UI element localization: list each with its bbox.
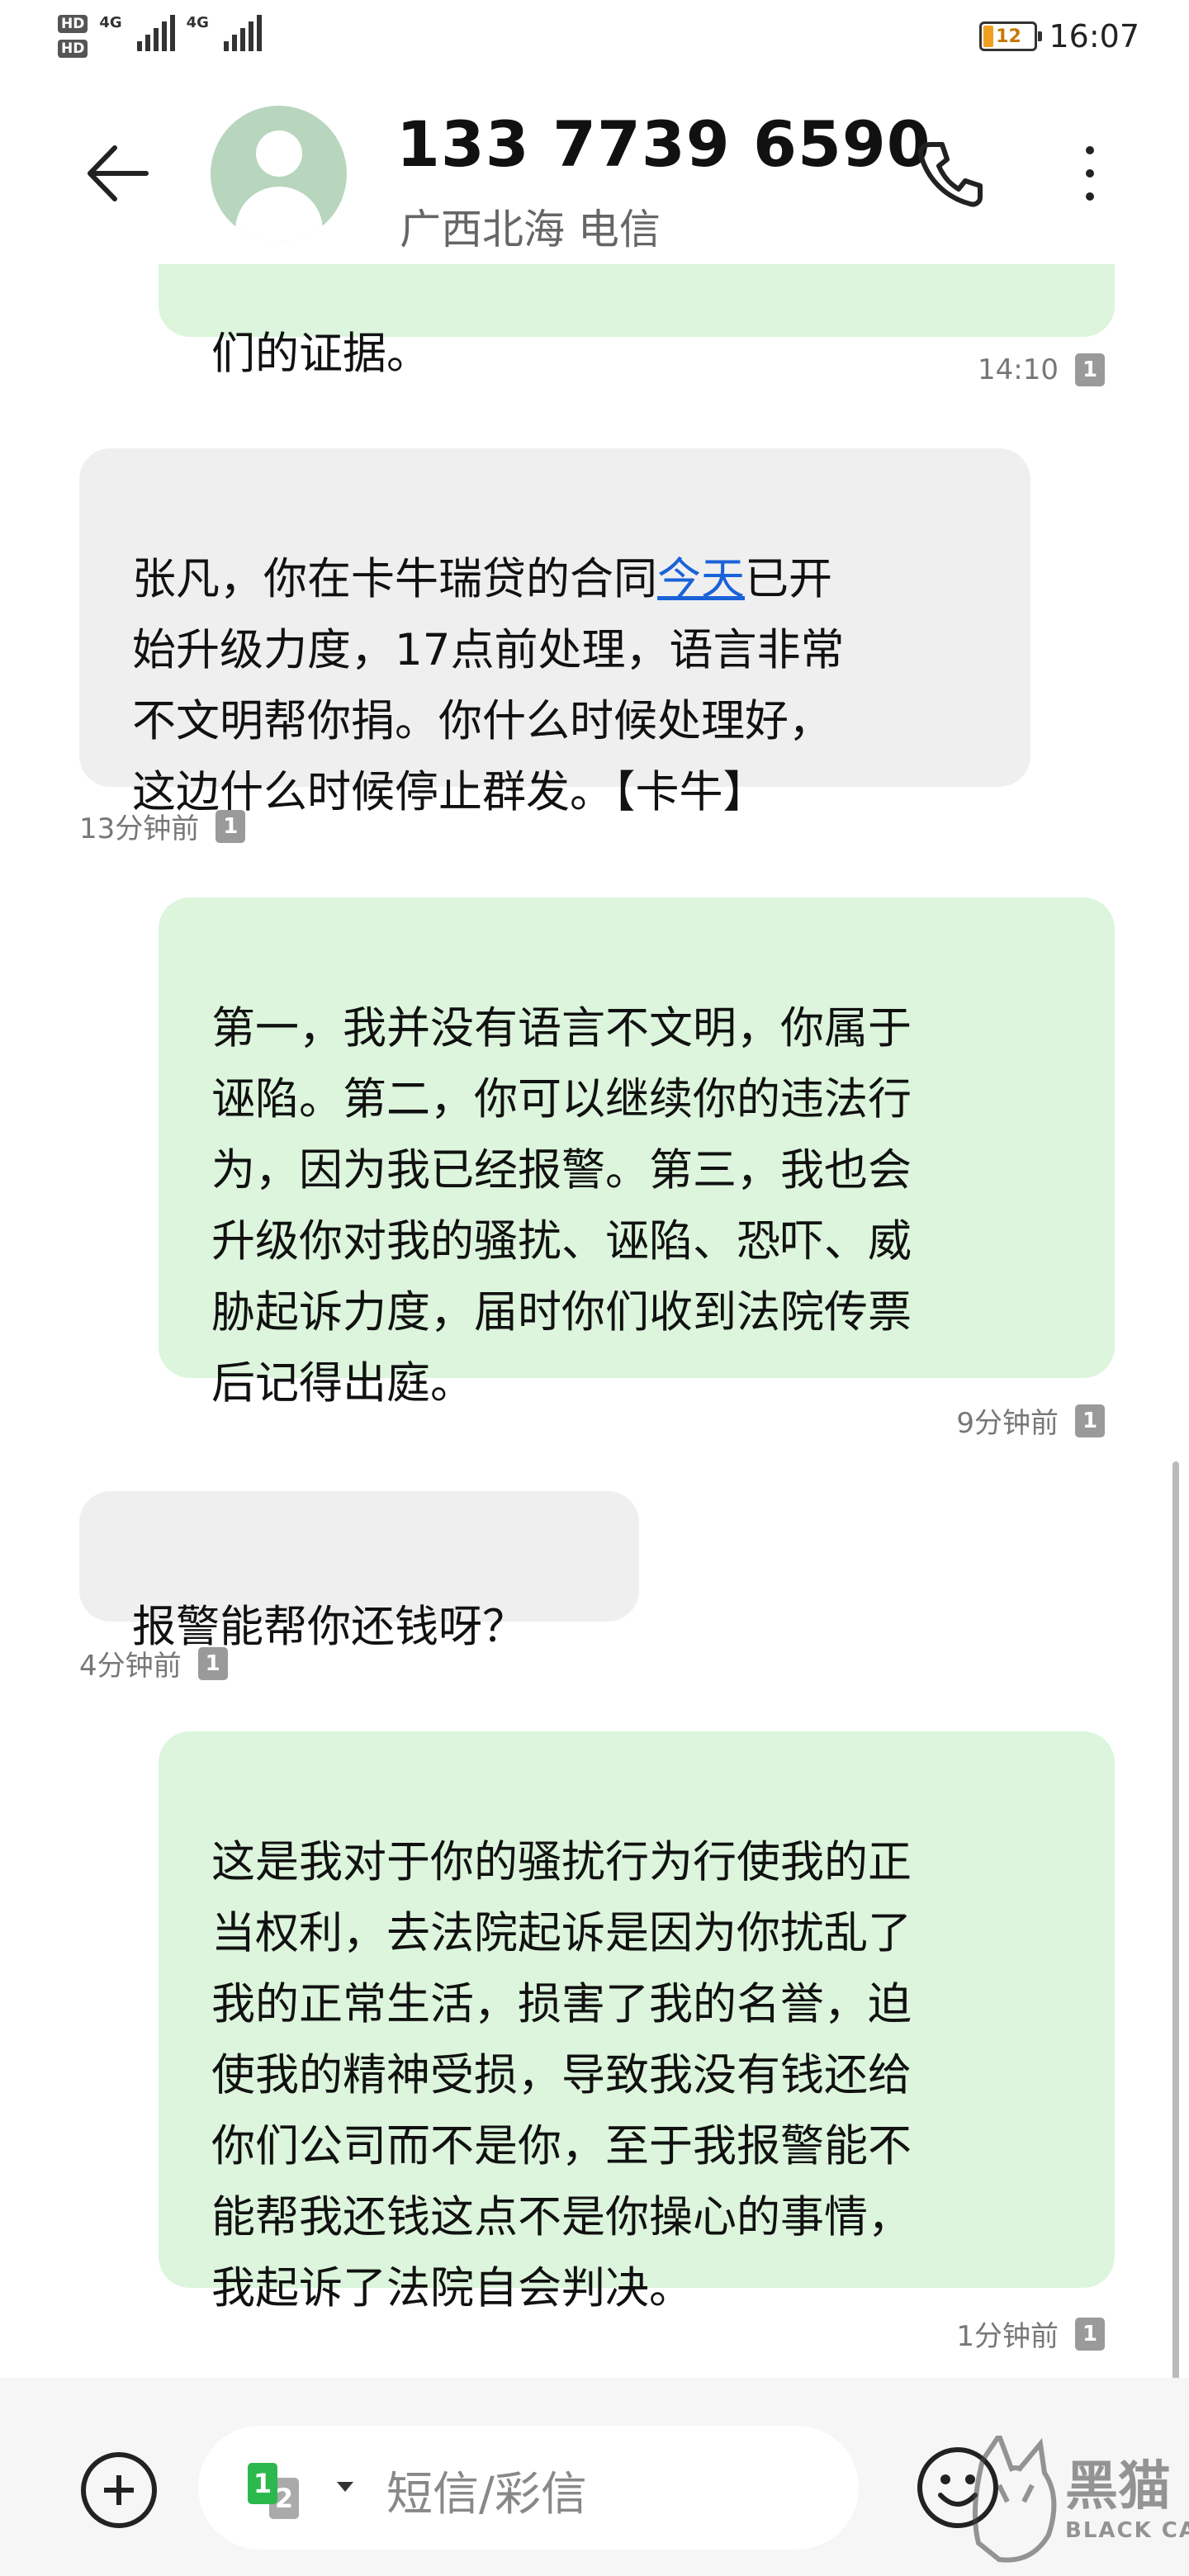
status-time: 16:07 <box>1049 18 1139 54</box>
message-time: 1分钟前 <box>956 2320 1059 2353</box>
watermark-subtext: BLACK CAT <box>1065 2518 1189 2543</box>
message-text: 们的证据。 <box>211 329 430 379</box>
more-vertical-icon <box>1086 146 1094 154</box>
sim-badge: 1 <box>216 809 246 843</box>
message-meta: 4分钟前 1 <box>79 1643 228 1683</box>
hd-badge-2: HD <box>58 40 88 58</box>
chevron-down-icon[interactable] <box>337 2482 353 2492</box>
hd-badge-1: HD <box>58 15 88 33</box>
network-type-2: 4G <box>186 14 209 31</box>
signal-icon-1 <box>136 15 175 51</box>
network-type-1: 4G <box>99 14 122 31</box>
phone-icon <box>917 142 983 207</box>
message-meta: 13分钟前 1 <box>79 806 246 846</box>
contact-location: 广西北海 电信 <box>400 206 661 253</box>
sim-badge: 1 <box>1075 1404 1105 1437</box>
message-time: 9分钟前 <box>956 1407 1059 1440</box>
message-text: 第一，我并没有语言不文明，你属于 诬陷。第二，你可以继续你的违法行 为，因为我已… <box>211 1003 912 1409</box>
sms-conversation-screen: HD HD 4G 4G 12 16:07 133 7739 6590 广西北海 … <box>0 0 1189 2576</box>
conversation-header: 133 7739 6590 广西北海 电信 <box>0 83 1189 264</box>
signal-icon-2 <box>223 15 262 51</box>
more-button[interactable] <box>1053 132 1127 215</box>
incoming-message-bubble[interactable]: 报警能帮你还钱呀？ <box>79 1491 639 1652</box>
message-text-before-link: 张凡，你在卡牛瑞贷的合同 <box>132 554 657 604</box>
call-button[interactable] <box>908 132 991 215</box>
sim-badge: 1 <box>1075 353 1105 386</box>
message-input[interactable]: 2 1 短信/彩信 <box>198 2426 859 2550</box>
arrow-left-icon <box>88 145 149 201</box>
back-button[interactable] <box>76 132 159 215</box>
message-time: 14:10 <box>978 353 1059 386</box>
battery-icon: 12 <box>979 21 1043 51</box>
sim-badge: 1 <box>1075 2317 1105 2351</box>
message-time: 4分钟前 <box>79 1650 182 1683</box>
sim-badge: 1 <box>197 1646 228 1680</box>
watermark-logo: 黑猫 BLACK CAT <box>966 2430 1189 2576</box>
message-meta: 1分钟前 1 <box>956 2313 1105 2354</box>
contact-number: 133 7739 6590 <box>396 107 931 181</box>
sim-primary: 1 <box>248 2463 277 2504</box>
scrollbar[interactable] <box>1172 1461 1179 2403</box>
sim-selector[interactable]: 2 1 <box>248 2463 314 2521</box>
outgoing-message-bubble[interactable]: 这是我对于你的骚扰行为行使我的正 当权利，去法院起诉是因为你扰乱了 我的正常生活… <box>159 1731 1115 2313</box>
message-placeholder: 短信/彩信 <box>386 2468 587 2522</box>
avatar[interactable] <box>211 106 347 242</box>
outgoing-message-bubble[interactable]: 第一，我并没有语言不文明，你属于 诬陷。第二，你可以继续你的违法行 为，因为我已… <box>159 897 1115 1409</box>
battery-level: 12 <box>996 26 1021 47</box>
message-meta: 14:10 1 <box>978 353 1105 386</box>
message-time: 13分钟前 <box>79 812 200 845</box>
date-link[interactable]: 今天 <box>657 554 745 604</box>
status-bar: HD HD 4G 4G 12 16:07 <box>0 0 1189 83</box>
incoming-message-bubble[interactable]: 张凡，你在卡牛瑞贷的合同今天已开 始升级力度，17点前处理，语言非常 不文明帮你… <box>79 448 1030 817</box>
cat-logo-icon <box>973 2430 1057 2563</box>
message-meta: 9分钟前 1 <box>956 1400 1105 1441</box>
network-indicators: HD HD 4G 4G <box>58 15 262 58</box>
message-text: 这是我对于你的骚扰行为行使我的正 当权利，去法院起诉是因为你扰乱了 我的正常生活… <box>211 1837 912 2313</box>
add-attachment-button[interactable] <box>81 2452 157 2528</box>
watermark-text: 黑猫 <box>1065 2456 1171 2517</box>
